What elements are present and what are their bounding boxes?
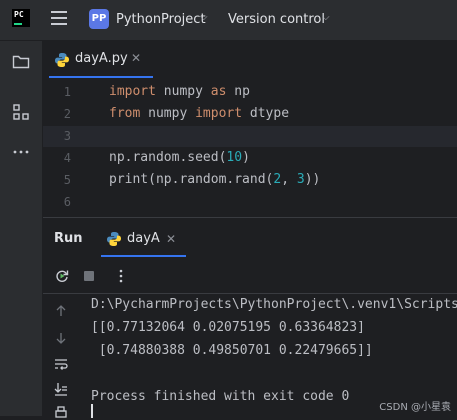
line-number: 3 <box>63 129 71 143</box>
code-line[interactable]: import numpy as np <box>109 84 250 99</box>
run-tab-label[interactable]: dayA <box>127 231 160 246</box>
python-file-icon <box>55 53 69 67</box>
close-icon[interactable]: ✕ <box>166 232 176 246</box>
editor-tab-label: dayA.py <box>75 51 128 66</box>
code-line[interactable]: from numpy import dtype <box>109 106 289 121</box>
arrow-up-icon[interactable] <box>54 304 68 318</box>
app-logo-text: PC <box>14 10 24 19</box>
run-panel-title: Run <box>54 231 83 246</box>
version-control-menu[interactable]: Version control <box>228 12 325 27</box>
python-run-config-icon <box>107 232 121 246</box>
more-vertical-icon[interactable] <box>113 268 129 284</box>
console-line: [[0.77132064 0.02075195 0.63364823] <box>91 320 365 335</box>
hamburger-menu-icon[interactable] <box>51 11 67 25</box>
scroll-to-end-icon[interactable] <box>54 382 68 396</box>
active-run-tab-indicator <box>101 255 186 257</box>
line-number: 5 <box>63 173 71 187</box>
app-logo-icon: PC <box>12 9 30 27</box>
chevron-down-icon[interactable]: ⌵ <box>322 12 330 23</box>
print-icon[interactable] <box>54 406 68 420</box>
close-icon[interactable]: ✕ <box>131 51 141 65</box>
code-line[interactable]: np.random.seed(10) <box>109 150 250 165</box>
rerun-icon[interactable] <box>54 268 70 284</box>
soft-wrap-icon[interactable] <box>54 357 68 371</box>
tool-window-strip <box>0 41 43 416</box>
code-editor[interactable] <box>43 79 457 216</box>
project-name[interactable]: PythonProject <box>116 12 206 27</box>
console-line: [0.74880388 0.49850701 0.22479665]] <box>91 343 373 358</box>
watermark: CSDN @小星袁 <box>379 402 451 413</box>
active-tab-indicator <box>49 76 153 78</box>
line-number: 1 <box>63 85 71 99</box>
structure-icon[interactable] <box>12 103 30 121</box>
line-number: 4 <box>63 151 71 165</box>
project-badge[interactable]: PP <box>89 9 109 29</box>
chevron-down-icon[interactable]: ⌵ <box>200 12 208 23</box>
folder-icon[interactable] <box>12 53 30 71</box>
arrow-down-icon[interactable] <box>54 331 68 345</box>
console-line: D:\PycharmProjects\PythonProject\.venv1\… <box>91 297 457 312</box>
code-line[interactable]: print(np.random.rand(2, 3)) <box>109 172 320 187</box>
line-number: 2 <box>63 107 71 121</box>
more-icon[interactable] <box>12 143 30 161</box>
divider <box>43 293 457 294</box>
run-tool-window <box>43 217 457 417</box>
line-number: 6 <box>63 195 71 209</box>
console-line: Process finished with exit code 0 <box>91 389 350 404</box>
caret-row-highlight <box>43 126 457 147</box>
stop-icon[interactable] <box>81 268 97 284</box>
